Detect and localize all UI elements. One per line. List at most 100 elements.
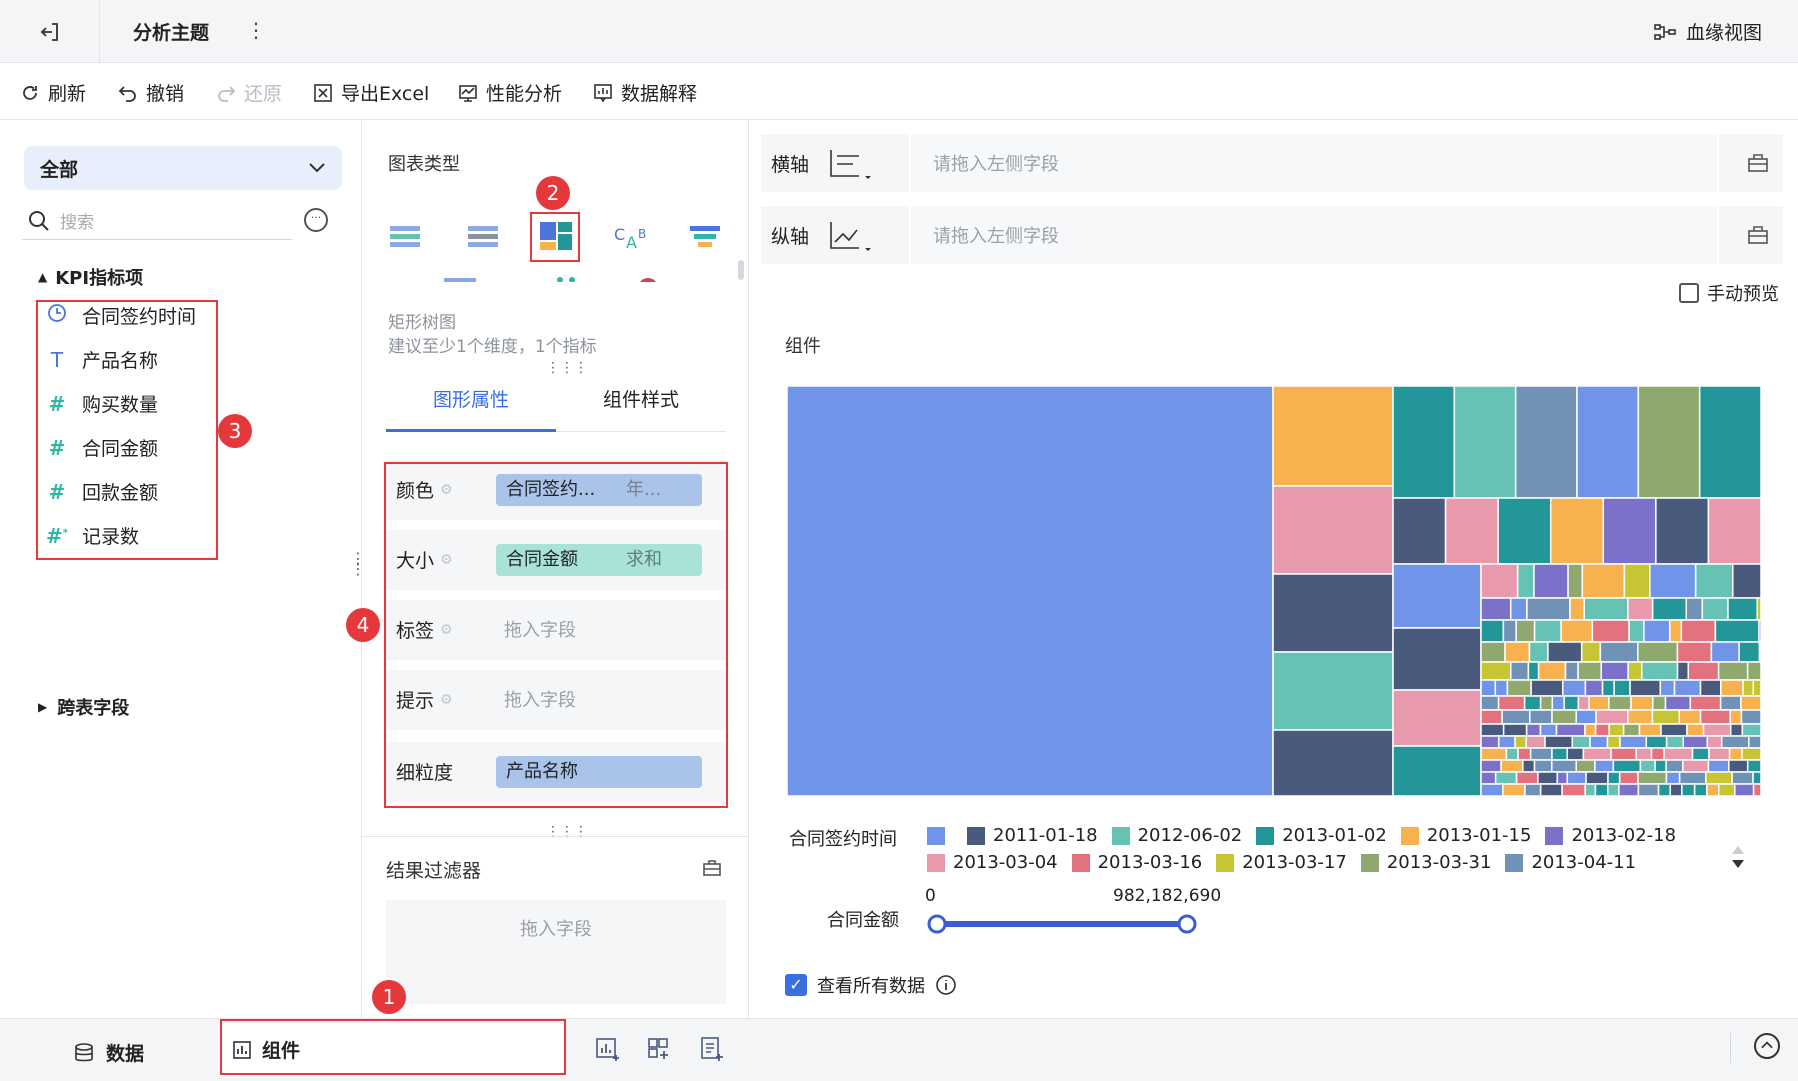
treemap-cell[interactable] — [1494, 679, 1509, 697]
treemap-cell[interactable] — [1480, 735, 1500, 749]
treemap-cell[interactable] — [1506, 679, 1532, 697]
legend-item[interactable]: 2012-06-02 — [1111, 825, 1242, 846]
treemap-cell[interactable] — [1652, 695, 1667, 711]
treemap-cell[interactable] — [1694, 563, 1734, 599]
treemap-cell[interactable] — [1693, 783, 1708, 796]
legend-item[interactable]: 2013-03-17 — [1216, 852, 1347, 873]
treemap-cell[interactable] — [1717, 661, 1749, 681]
treemap-cell[interactable] — [1561, 679, 1587, 697]
treemap-cell[interactable] — [1567, 563, 1584, 599]
treemap-cell[interactable] — [1272, 485, 1394, 575]
treemap-cell[interactable] — [1699, 709, 1732, 725]
treemap-cell[interactable] — [1746, 759, 1761, 773]
treemap-cell[interactable] — [1392, 627, 1482, 691]
treemap-cell[interactable] — [1637, 386, 1701, 499]
refresh-button[interactable]: 刷新 — [20, 79, 86, 106]
treemap-cell[interactable] — [1515, 771, 1539, 785]
treemap-cell[interactable] — [1748, 735, 1761, 749]
y-axis-drop-zone[interactable]: 请拖入左侧字段 — [909, 206, 1719, 264]
treemap-cell[interactable] — [1480, 661, 1512, 681]
x-axis-drop-zone[interactable]: 请拖入左侧字段 — [909, 134, 1719, 192]
treemap-cell[interactable] — [1551, 709, 1577, 725]
legend-item[interactable]: 2013-01-15 — [1400, 825, 1531, 846]
treemap-cell[interactable] — [1585, 771, 1609, 785]
treemap-cell[interactable] — [1497, 735, 1516, 749]
treemap-cell[interactable] — [1640, 661, 1679, 681]
treemap-cell[interactable] — [1710, 641, 1740, 663]
treemap-cell[interactable] — [1639, 759, 1656, 773]
treemap-cell[interactable] — [1622, 723, 1641, 737]
treemap-cell[interactable] — [1720, 735, 1750, 749]
treemap-cell[interactable] — [1668, 619, 1683, 643]
y-axis-icon[interactable] — [827, 218, 871, 254]
treemap-cell[interactable] — [1728, 759, 1749, 773]
treemap-cell[interactable] — [1563, 695, 1580, 711]
legend-item[interactable] — [927, 826, 953, 845]
treemap-cell[interactable] — [1702, 723, 1732, 737]
treemap-cell[interactable] — [1708, 747, 1731, 761]
treemap-cell[interactable] — [1480, 695, 1500, 711]
treemap-cell[interactable] — [1502, 619, 1517, 643]
treemap-cell[interactable] — [1663, 747, 1694, 761]
treemap-cell[interactable] — [1584, 723, 1597, 737]
treemap-cell[interactable] — [1525, 735, 1546, 749]
treemap-cell[interactable] — [1665, 771, 1681, 785]
treemap-cell[interactable] — [1752, 679, 1761, 697]
treemap-cell[interactable] — [1480, 759, 1502, 773]
treemap-cell[interactable] — [1676, 641, 1713, 663]
treemap-cell[interactable] — [1651, 597, 1688, 621]
treemap-cell[interactable] — [1551, 759, 1577, 773]
treemap-cell[interactable] — [1272, 573, 1394, 653]
kpi-group-toggle[interactable]: ▲ KPI指标项 — [38, 264, 143, 290]
treemap-cell[interactable] — [1502, 783, 1526, 796]
treemap-cell[interactable] — [1758, 619, 1761, 643]
x-axis-icon[interactable] — [827, 146, 871, 182]
treemap-cell[interactable] — [1602, 497, 1657, 565]
info-icon[interactable] — [935, 974, 957, 996]
treemap-cell[interactable] — [1752, 783, 1761, 796]
word-cloud-icon[interactable]: CAB — [610, 216, 654, 256]
treemap-cell[interactable] — [1707, 759, 1730, 773]
treemap-cell[interactable] — [1502, 723, 1528, 737]
treemap-cell[interactable] — [1501, 709, 1531, 725]
treemap-cell[interactable] — [1561, 783, 1586, 796]
treemap-cell[interactable] — [1719, 695, 1742, 711]
treemap-cell[interactable] — [1689, 695, 1722, 711]
treemap-cell[interactable] — [1594, 723, 1610, 737]
treemap-cell[interactable] — [1549, 497, 1605, 565]
treemap-cell[interactable] — [1480, 709, 1503, 725]
detail-table-icon[interactable] — [462, 216, 506, 256]
treemap-cell[interactable] — [1533, 619, 1562, 643]
treemap-cell[interactable] — [1580, 641, 1602, 663]
treemap-cell[interactable] — [1606, 735, 1621, 749]
tab-data[interactable]: 数据 — [74, 1039, 144, 1066]
legend-item[interactable]: 2013-03-04 — [927, 852, 1058, 873]
collapse-up-icon[interactable] — [1754, 1033, 1780, 1059]
treemap-cell[interactable] — [1691, 747, 1710, 761]
treemap-cell[interactable] — [1480, 597, 1512, 621]
treemap-cell[interactable] — [1637, 771, 1668, 785]
treemap-cell[interactable] — [1577, 661, 1602, 681]
treemap-cell[interactable] — [1480, 771, 1497, 785]
treemap-cell[interactable] — [1758, 641, 1761, 663]
manual-preview-checkbox[interactable]: 手动预览 — [1679, 280, 1779, 306]
treemap-cell[interactable] — [1728, 747, 1743, 761]
treemap-cell[interactable] — [1687, 661, 1720, 681]
treemap-cell[interactable] — [1740, 695, 1761, 711]
axis-settings-icon[interactable] — [1747, 152, 1769, 174]
legend-item[interactable]: 2013-03-16 — [1071, 852, 1202, 873]
funnel-chart-icon[interactable] — [684, 216, 728, 256]
treemap-cell[interactable] — [1528, 641, 1549, 663]
treemap-cell[interactable] — [1623, 563, 1651, 599]
treemap-cell[interactable] — [1272, 729, 1394, 796]
treemap-cell[interactable] — [1654, 759, 1667, 773]
table-chart-icon[interactable] — [386, 216, 430, 256]
treemap-cell[interactable] — [1665, 735, 1685, 749]
chart-type-scrollbar[interactable] — [738, 260, 744, 280]
treemap-cell[interactable] — [1669, 783, 1683, 796]
treemap-cell[interactable] — [1575, 709, 1597, 725]
treemap-cell[interactable] — [1665, 759, 1684, 773]
treemap-cell[interactable] — [1480, 679, 1497, 697]
treemap-cell[interactable] — [1556, 771, 1569, 785]
treemap-cell[interactable] — [1729, 709, 1743, 725]
